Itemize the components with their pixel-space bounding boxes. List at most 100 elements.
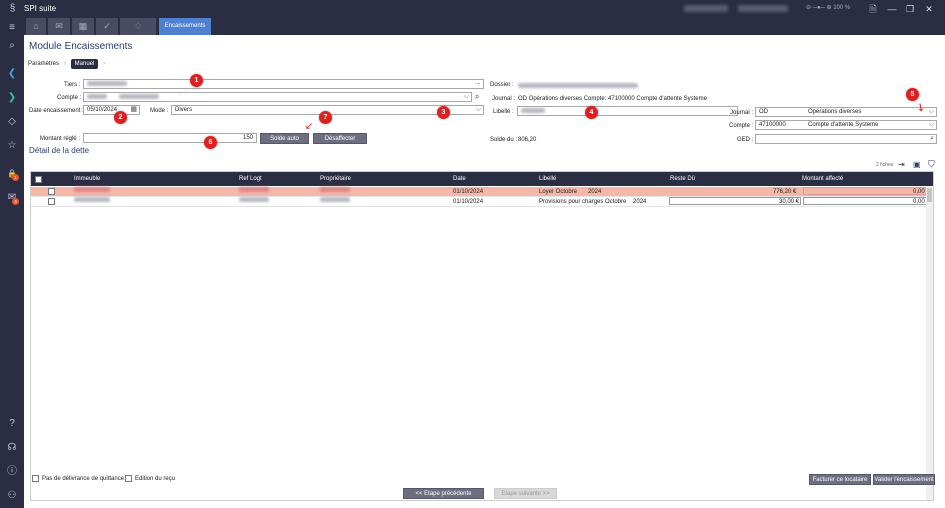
page-title: Module Encaissements	[29, 41, 133, 52]
columns-icon[interactable]: ▣	[913, 160, 921, 169]
compte-select[interactable]: ⌵	[83, 92, 472, 102]
annotation-marker-1: 1	[190, 74, 203, 87]
ged-label: GED :	[737, 137, 754, 143]
star-icon[interactable]: ☆	[6, 140, 18, 152]
chevron-down-icon[interactable]: ⌵	[476, 106, 481, 114]
compte-search-icon[interactable]: ⌕	[475, 92, 479, 102]
col-ref-logt[interactable]: Ref Logt	[239, 172, 262, 186]
annotation-marker-7: 7	[319, 111, 332, 124]
row-libelle: Provisions pour charges Octobre	[539, 199, 627, 205]
table-header: Immeuble Ref Logt Propriétaire Date Libe…	[31, 172, 933, 186]
previous-step-button[interactable]: << Etape précédente	[403, 488, 484, 499]
montant-input[interactable]: 150	[83, 133, 257, 143]
breadcrumb-manuel[interactable]: Manuel	[70, 59, 99, 69]
select-all-checkbox[interactable]	[35, 176, 42, 183]
row-checkbox[interactable]	[48, 198, 55, 205]
journal2-code: OD	[759, 109, 768, 115]
row-montant-input[interactable]	[803, 197, 931, 205]
date-input[interactable]: 05/10/2024 ▦	[83, 105, 140, 115]
dette-table: Immeuble Ref Logt Propriétaire Date Libe…	[30, 171, 934, 501]
tab-mail-icon[interactable]: ✉	[48, 18, 70, 35]
facturer-button[interactable]: Facturer ce locataire	[809, 474, 871, 485]
search-icon[interactable]: ⌕	[6, 40, 18, 52]
user-name-blurred	[684, 5, 728, 12]
solde-auto-button[interactable]: Solde auto	[260, 133, 309, 144]
col-date[interactable]: Date	[453, 172, 466, 186]
row-reste-du: 30,00 €	[779, 199, 800, 205]
chevron-down-icon[interactable]: ⌵	[929, 121, 934, 129]
montant-label: Montant réglé :	[40, 136, 81, 142]
tab-encaissements[interactable]: Encaissements	[159, 18, 211, 35]
ged-input[interactable]: ⌕	[755, 134, 937, 144]
scrollbar-thumb[interactable]	[927, 188, 932, 202]
headset-icon[interactable]: ☊	[6, 442, 18, 454]
col-proprietaire[interactable]: Propriétaire	[320, 172, 351, 186]
calendar-icon[interactable]: ▦	[130, 106, 137, 114]
breadcrumb-next-icon: ›	[103, 61, 106, 67]
ref-blur-bar	[239, 197, 269, 202]
tab-calendar-icon[interactable]: ▦	[72, 18, 94, 35]
back-arrow-icon[interactable]: ❮	[6, 68, 18, 80]
row-date: 01/10/2024	[453, 199, 484, 205]
diamond-icon[interactable]: ◇	[6, 116, 18, 128]
arrow-right-icon[interactable]: →	[474, 80, 481, 88]
maximize-button[interactable]: ❐	[904, 3, 916, 15]
valider-button[interactable]: Valider l'encaissement	[873, 474, 935, 485]
tab-home-icon[interactable]: ⌂	[26, 18, 46, 35]
table-row[interactable]: 01/10/2024 Provisions pour charges Octob…	[31, 197, 933, 207]
annotation-marker-5: 5	[906, 88, 919, 101]
chevron-down-icon[interactable]: ⌵	[929, 108, 934, 116]
tiers-value-blurred	[87, 80, 127, 86]
col-reste-du[interactable]: Reste Dû	[670, 172, 695, 186]
tiers-input[interactable]: →	[83, 79, 484, 89]
close-button[interactable]: ✕	[923, 3, 935, 15]
breadcrumb-parametres[interactable]: Paramètres	[28, 61, 59, 67]
main-content: Module Encaissements Paramètres › Manuel…	[24, 35, 945, 508]
dossier-label: Dossier :	[490, 82, 514, 88]
next-step-button[interactable]: Etape suivante >>	[494, 488, 557, 499]
compte2-select[interactable]: 47100000 Compte d'attente Systeme ⌵	[755, 120, 937, 130]
help-icon[interactable]: ?	[6, 418, 18, 430]
libelle-input[interactable]	[517, 106, 738, 116]
vertical-scrollbar[interactable]	[926, 186, 933, 500]
compte-name-blurred	[118, 93, 159, 99]
user-icon[interactable]: ⚇	[6, 490, 18, 502]
minimize-button[interactable]: —	[886, 3, 898, 15]
search-icon[interactable]: ⌕	[930, 135, 934, 143]
compte-code-blurred	[87, 93, 107, 99]
annotation-marker-6: 6	[204, 136, 217, 149]
table-row[interactable]: 01/10/2024 Loyer Octobre 2024 776,20 € 0…	[31, 187, 933, 197]
record-count: 2 fiches	[876, 162, 894, 168]
menu-icon[interactable]: ≡	[6, 22, 18, 34]
solde-du-label: Solde du :	[490, 137, 518, 143]
journal2-select[interactable]: OD Opérations diverses ⌵	[755, 107, 937, 117]
col-libelle[interactable]: Libellé	[539, 172, 556, 186]
chevron-down-icon[interactable]: ⌵	[464, 93, 469, 101]
row-checkbox[interactable]	[48, 188, 55, 195]
tab-strip: ⌂ ✉ ▦ ✓ ♢ Encaissements	[24, 18, 945, 35]
row-reste-du: 776,20 €	[773, 189, 797, 195]
row-montant-input[interactable]	[803, 187, 931, 195]
forward-arrow-icon[interactable]: ❯	[6, 92, 18, 104]
app-title: SPI suite	[24, 4, 57, 13]
export-icon[interactable]: ⇥	[898, 160, 905, 169]
tab-check-icon[interactable]: ✓	[96, 18, 118, 35]
date-label: Date encaissement :	[29, 108, 84, 114]
compte2-name: Compte d'attente Systeme	[808, 122, 879, 128]
mode-label: Mode :	[150, 108, 169, 114]
pas-delivrance-checkbox[interactable]	[32, 475, 39, 482]
desaffecter-button[interactable]: Désaffecter	[313, 133, 367, 144]
info-icon[interactable]: ⓘ	[6, 466, 18, 478]
row-date: 01/10/2024	[453, 189, 484, 195]
zoom-level[interactable]: ⊖ ─●─ ⊕ 100 %	[806, 4, 850, 11]
edition-recu-checkbox[interactable]	[125, 475, 132, 482]
col-immeuble[interactable]: Immeuble	[74, 172, 100, 186]
date-value: 05/10/2024	[87, 107, 118, 113]
section-title: Détail de la dette	[29, 146, 90, 155]
tab-bell-icon[interactable]: ♢	[120, 18, 156, 35]
document-icon[interactable]: 🗎	[867, 3, 879, 15]
journal-info: OD Opérations diverses Compte: 47100000 …	[518, 96, 707, 102]
col-montant-affecte[interactable]: Montant affecté	[802, 172, 843, 186]
filter-icon[interactable]: ⛉	[928, 159, 935, 170]
libelle-value-blurred	[521, 107, 545, 113]
